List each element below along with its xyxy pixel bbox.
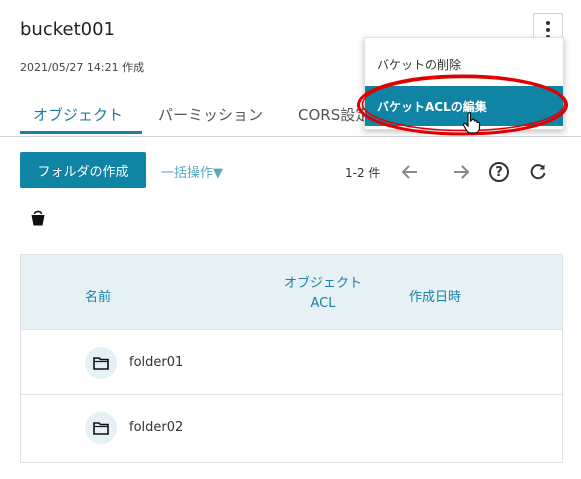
table-header: 名前 オブジェクトACL 作成日時 xyxy=(21,255,562,330)
column-header-created[interactable]: 作成日時 xyxy=(409,286,461,305)
objects-table: 名前 オブジェクトACL 作成日時 folder01 folder02 xyxy=(20,254,563,463)
item-count: 1-2 件 xyxy=(345,166,381,180)
table-row[interactable]: folder01 xyxy=(21,330,562,395)
column-header-name[interactable]: 名前 xyxy=(85,286,111,305)
tab-permissions[interactable]: パーミッション xyxy=(158,104,263,125)
table-row[interactable]: folder02 xyxy=(21,395,562,460)
bulk-actions-dropdown[interactable]: 一括操作▼ xyxy=(161,162,223,181)
next-page-icon[interactable] xyxy=(450,160,472,184)
refresh-icon[interactable] xyxy=(527,160,549,184)
folder-name[interactable]: folder01 xyxy=(129,355,183,370)
folder-name[interactable]: folder02 xyxy=(129,420,183,435)
folder-icon xyxy=(85,347,117,379)
help-icon[interactable]: ? xyxy=(489,162,509,182)
bucket-icon xyxy=(31,210,45,226)
hand-cursor-icon xyxy=(462,112,481,134)
folder-icon xyxy=(85,412,117,444)
tab-objects[interactable]: オブジェクト xyxy=(33,104,123,125)
created-timestamp: 2021/05/27 14:21 作成 xyxy=(20,61,145,74)
active-tab-indicator xyxy=(20,131,142,134)
column-header-object-acl: オブジェクトACL xyxy=(283,276,362,311)
more-vertical-icon xyxy=(546,21,550,25)
previous-page-icon[interactable] xyxy=(399,160,421,184)
create-folder-button[interactable]: フォルダの作成 xyxy=(20,152,146,188)
page-title: bucket001 xyxy=(20,19,116,40)
